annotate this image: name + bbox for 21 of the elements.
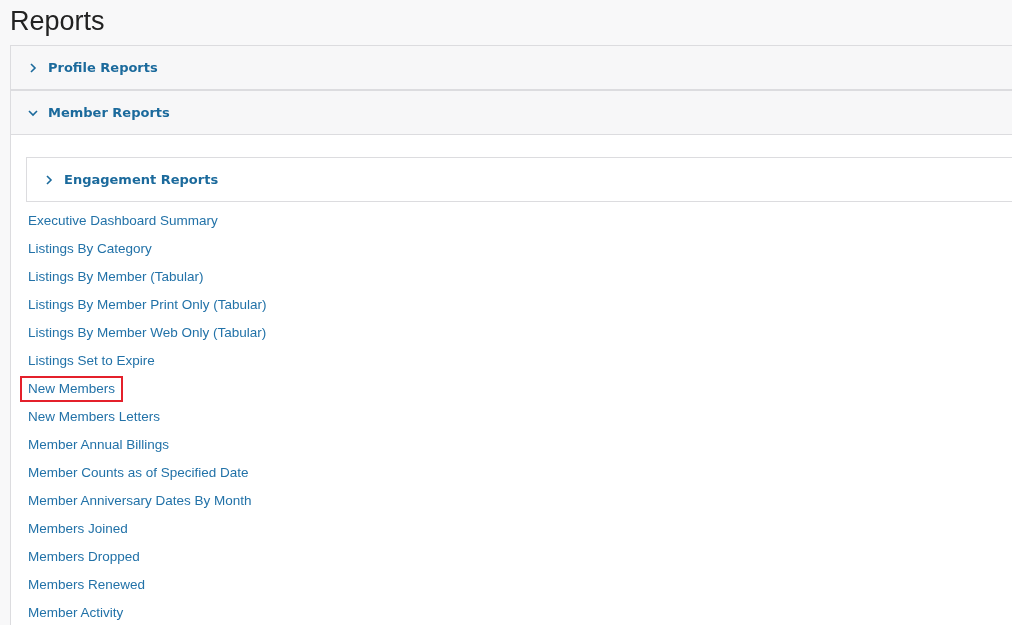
report-link[interactable]: Listings Set to Expire [20,348,163,374]
report-link[interactable]: Listings By Member Print Only (Tabular) [20,292,275,318]
report-link[interactable]: Members Renewed [20,572,154,598]
report-link[interactable]: Member Counts as of Specified Date [20,460,257,486]
section-toggle[interactable]: Member Reports [27,105,170,120]
section-toggle[interactable]: Profile Reports [27,60,158,75]
report-link[interactable]: Members Joined [20,516,136,542]
report-link[interactable]: Listings By Member Web Only (Tabular) [20,320,275,346]
report-link[interactable]: Executive Dashboard Summary [20,208,226,234]
chevron-right-icon [27,61,39,74]
chevron-right-icon [43,173,55,186]
report-link[interactable]: Member Activity [20,600,132,625]
report-link[interactable]: New Members [20,376,124,402]
report-link[interactable]: Member Anniversary Dates By Month [20,488,260,514]
report-link[interactable]: Listings By Category [20,236,160,262]
report-link[interactable]: New Members Letters [20,404,169,430]
report-link[interactable]: Listings By Member (Tabular) [20,264,212,290]
section-toggle[interactable]: Engagement Reports [43,172,219,187]
report-link[interactable]: Member Annual Billings [20,432,178,458]
page-title: Reports [10,5,105,38]
report-link[interactable]: Members Dropped [20,544,148,570]
